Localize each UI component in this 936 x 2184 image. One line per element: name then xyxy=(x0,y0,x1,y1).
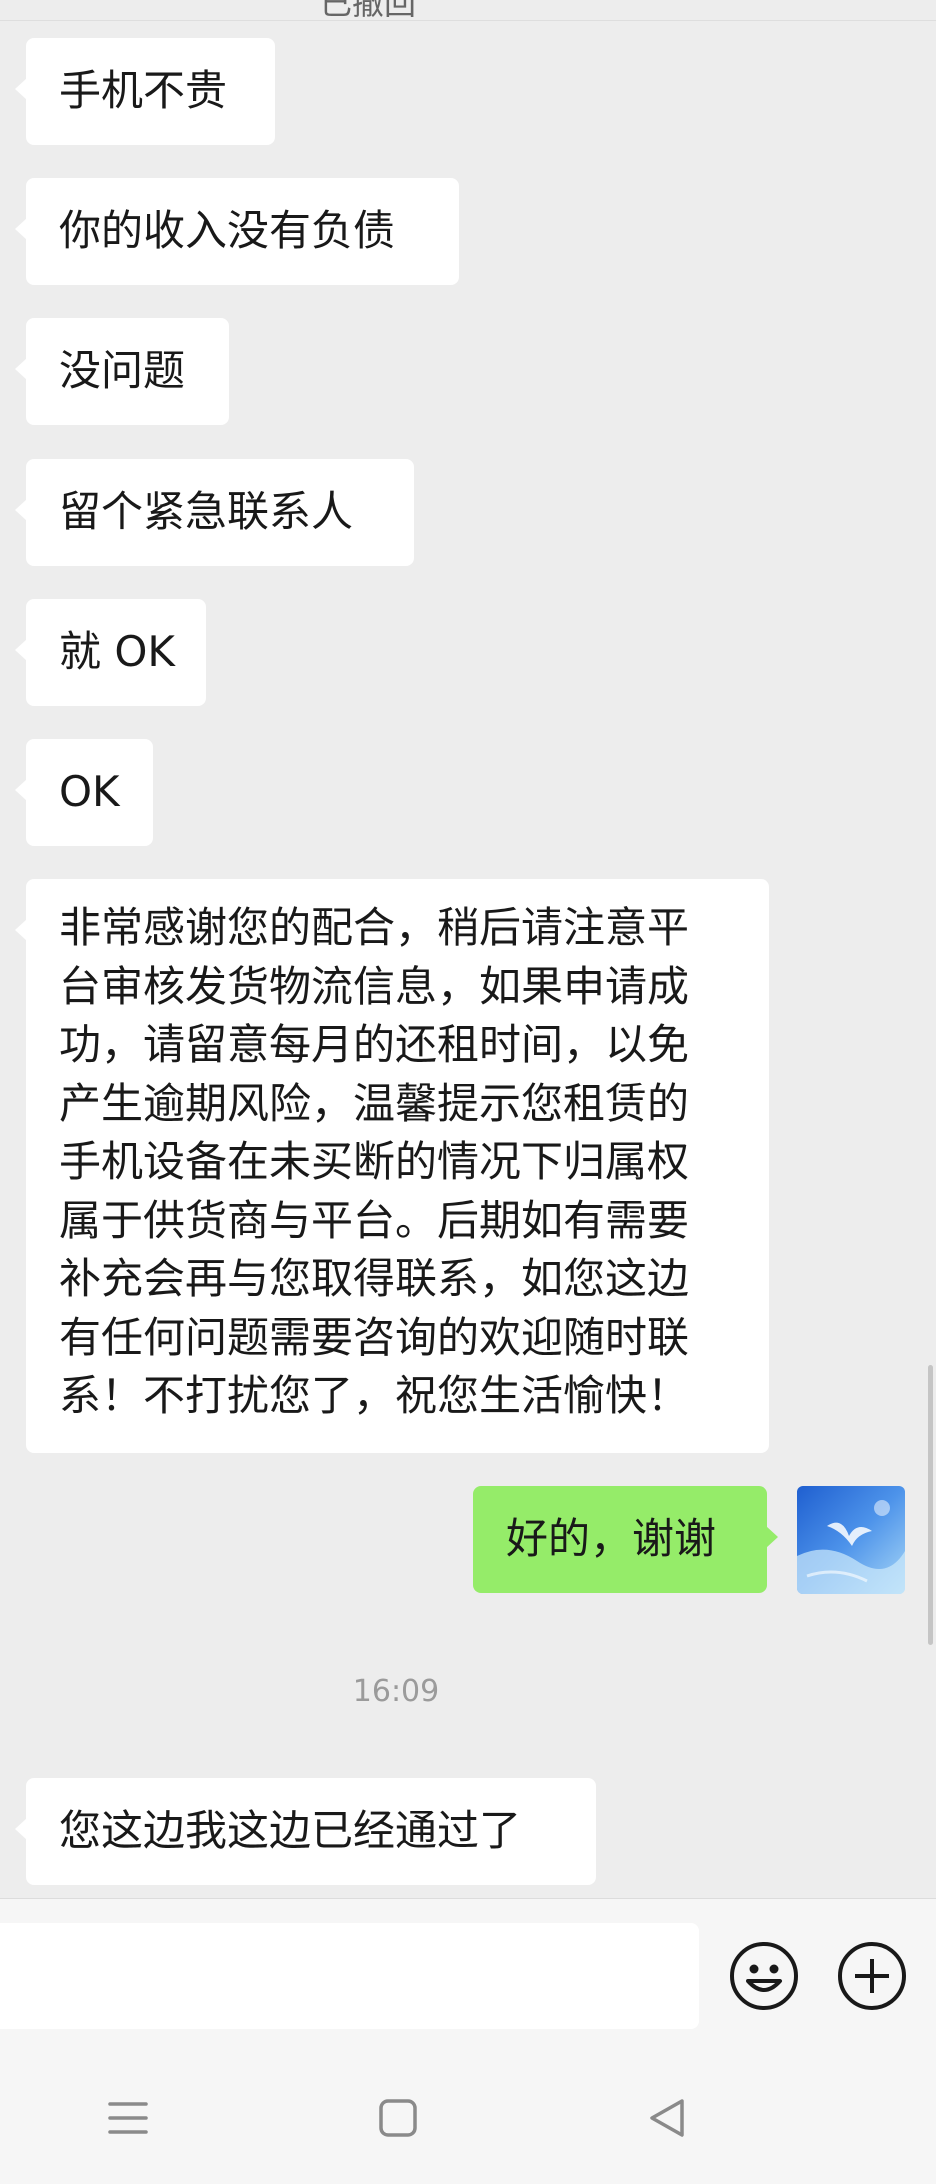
clipped-header: 已撤回 xyxy=(0,0,936,22)
user-avatar[interactable] xyxy=(797,1486,905,1594)
message-bubble-incoming[interactable]: 你的收入没有负债 xyxy=(15,178,459,285)
message-bubble-incoming[interactable]: 留个紧急联系人 xyxy=(15,459,414,566)
back-button[interactable] xyxy=(637,2088,697,2148)
message-bubble-incoming-long[interactable]: 非常感谢您的配合，稍后请注意平 台审核发货物流信息，如果申请成 功，请留意每月的… xyxy=(15,879,769,1453)
message-line: 补充会再与您取得联系，如您这边 xyxy=(59,1254,690,1303)
message-line: 功，请留意每月的还租时间，以免 xyxy=(59,1020,690,1069)
plus-icon xyxy=(838,1942,906,2010)
message-line: 台审核发货物流信息，如果申请成 xyxy=(59,961,690,1011)
clipped-title: 已撤回 xyxy=(320,0,417,22)
message-bubble-incoming[interactable]: 手机不贵 xyxy=(15,38,275,145)
message-input[interactable] xyxy=(0,1923,699,2029)
menu-icon xyxy=(108,2102,148,2134)
add-button[interactable] xyxy=(837,1941,907,2011)
message-line: 产生逾期风险，温馨提示您租赁的 xyxy=(59,1078,690,1128)
message-bubble-incoming[interactable]: 就 OK xyxy=(15,599,206,706)
back-icon xyxy=(650,2099,684,2137)
home-icon xyxy=(379,2099,417,2137)
emoji-icon xyxy=(730,1942,798,2010)
message-bubble-incoming[interactable]: 没问题 xyxy=(15,318,229,425)
home-button[interactable] xyxy=(368,2088,428,2148)
message-bubble-incoming[interactable]: OK xyxy=(15,739,153,846)
scrollbar-thumb[interactable] xyxy=(928,1365,933,1645)
message-line: 属于供货商与平台。后期如有需要 xyxy=(59,1195,690,1245)
message-line: 有任何问题需要咨询的欢迎随时联 xyxy=(59,1312,690,1362)
menu-button[interactable] xyxy=(98,2088,158,2148)
input-bar xyxy=(0,1898,936,2030)
system-nav-bar xyxy=(0,2030,936,2184)
message-bubble-incoming[interactable]: 您这边我这边已经通过了 xyxy=(15,1778,596,1885)
chat-area[interactable]: 已撤回 手机不贵 你的收入没有负债 没问题 留个紧急联系人 就 OK OK 非常… xyxy=(0,0,936,1898)
message-line: 手机设备在未买断的情况下归属权 xyxy=(59,1137,690,1186)
emoji-button[interactable] xyxy=(729,1941,799,2011)
message-line: 系！不打扰您了，祝您生活愉快！ xyxy=(59,1371,690,1420)
message-line: 非常感谢您的配合，稍后请注意平 xyxy=(59,903,690,952)
message-timestamp: 16:09 xyxy=(352,1674,440,1709)
avatar-image xyxy=(797,1486,905,1594)
message-bubble-outgoing[interactable]: 好的，谢谢 xyxy=(473,1486,778,1593)
